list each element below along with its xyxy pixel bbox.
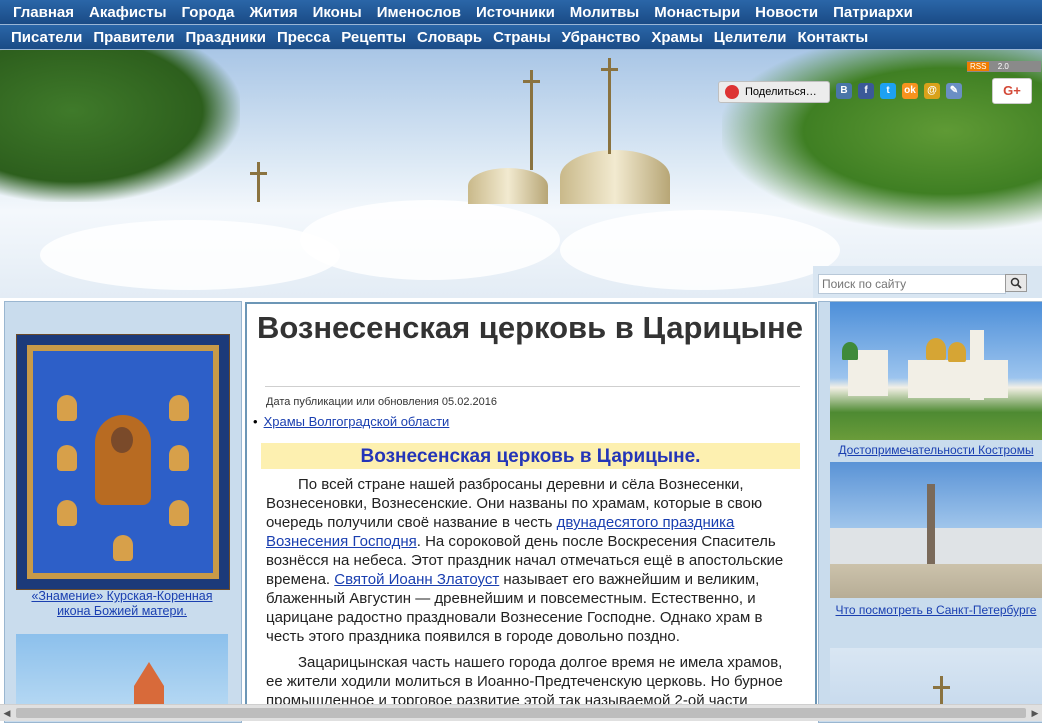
icon-saint	[169, 500, 189, 526]
publication-date: Дата публикации или обновления 05.02.201…	[266, 396, 497, 408]
icon-saint	[169, 445, 189, 471]
nav-link-imenoslov[interactable]: Именослов	[377, 4, 461, 21]
column	[927, 484, 935, 564]
nav-link-pressa[interactable]: Пресса	[277, 29, 330, 46]
kostroma-thumbnail-image[interactable]	[830, 302, 1042, 440]
nav-link-ubranstvo[interactable]: Убранство	[562, 29, 641, 46]
article-body: По всей стране нашей разбросаны деревни …	[266, 475, 801, 717]
palace	[830, 528, 1042, 564]
share-button[interactable]: Поделиться…	[718, 81, 830, 103]
spb-caption-link[interactable]: Что посмотреть в Санкт-Петербурге	[830, 603, 1042, 617]
nav-link-molitvy[interactable]: Молитвы	[570, 4, 639, 21]
cross-icon	[601, 58, 618, 154]
dome	[926, 338, 946, 360]
nav-link-novosti[interactable]: Новости	[755, 4, 818, 21]
nav-link-recepty[interactable]: Рецепты	[341, 29, 406, 46]
nav-link-praviteli[interactable]: Правители	[93, 29, 174, 46]
search-input[interactable]	[818, 274, 1006, 294]
nav-link-zhitiya[interactable]: Жития	[249, 4, 297, 21]
kursk-icon-caption-link[interactable]: «Знамение» Курская-Коренная икона Божией…	[22, 589, 222, 619]
livejournal-icon[interactable]: ✎	[946, 83, 962, 99]
rss-badge[interactable]: RSS 2.0	[967, 61, 1041, 72]
icon-face	[111, 427, 133, 453]
rss-version: 2.0	[997, 62, 1009, 71]
tree-foliage-left	[0, 50, 240, 202]
google-plus-button[interactable]: G+	[992, 78, 1032, 104]
article-subheading: Вознесенская церковь в Царицыне.	[261, 443, 800, 469]
paragraph: По всей стране нашей разбросаны деревни …	[266, 475, 801, 646]
icon-saint	[57, 500, 77, 526]
paragraph: Зацарицынская часть нашего города долгое…	[266, 654, 783, 709]
nav-link-patriarhi[interactable]: Патриархи	[833, 4, 913, 21]
kursk-root-icon-image[interactable]	[16, 334, 230, 590]
nav-link-hramy[interactable]: Храмы	[651, 29, 702, 46]
nav-link-prazdniki[interactable]: Праздники	[185, 29, 265, 46]
tree-foliage-right	[722, 50, 1042, 230]
nav-link-pisateli[interactable]: Писатели	[11, 29, 82, 46]
building	[908, 360, 1008, 398]
vk-icon[interactable]: В	[836, 83, 852, 99]
icon-saint	[169, 395, 189, 421]
nav-link-strany[interactable]: Страны	[493, 29, 551, 46]
icon-saint	[57, 445, 77, 471]
kostroma-caption-link[interactable]: Достопримечательности Костромы	[830, 443, 1042, 457]
icon-saint	[57, 395, 77, 421]
category-link[interactable]: Храмы Волгоградской области	[264, 414, 450, 429]
rss-label: RSS	[967, 62, 990, 71]
nav-link-ikony[interactable]: Иконы	[313, 4, 362, 21]
facebook-icon[interactable]: f	[858, 83, 874, 99]
nav-link-slovar[interactable]: Словарь	[417, 29, 482, 46]
nav-link-monastyri[interactable]: Монастыри	[654, 4, 740, 21]
speaker-icon	[725, 85, 739, 99]
cross-icon	[523, 70, 540, 170]
scroll-left-icon[interactable]: ◀	[2, 708, 12, 718]
search-button[interactable]	[1005, 274, 1027, 292]
search-icon	[1010, 277, 1022, 289]
icon-saint	[113, 535, 133, 561]
odnoklassniki-icon[interactable]: ok	[902, 83, 918, 99]
spb-thumbnail-image[interactable]	[830, 462, 1042, 598]
mailru-icon[interactable]: @	[924, 83, 940, 99]
twitter-icon[interactable]: t	[880, 83, 896, 99]
top-nav-secondary: Писатели Правители Праздники Пресса Реце…	[0, 25, 1042, 50]
cloud-shape	[300, 200, 560, 280]
nav-link-celiteli[interactable]: Целители	[714, 29, 787, 46]
scrollbar-thumb[interactable]	[16, 708, 1026, 718]
top-nav-primary: Главная Акафисты Города Жития Иконы Имен…	[0, 0, 1042, 25]
nav-link-glavnaya[interactable]: Главная	[13, 4, 74, 21]
article-title: Вознесенская церковь в Царицыне	[257, 310, 803, 345]
scroll-right-icon[interactable]: ▶	[1030, 708, 1040, 718]
category-list-item: • Храмы Волгоградской области	[253, 414, 449, 429]
title-divider	[265, 386, 800, 387]
cloud-shape	[40, 220, 340, 290]
bullet-icon: •	[253, 414, 258, 429]
church-dome	[560, 150, 670, 204]
cross-icon	[250, 162, 267, 202]
john-chrysostom-link[interactable]: Святой Иоанн Златоуст	[334, 571, 499, 588]
bell-tower	[970, 330, 984, 400]
nav-link-akafisty[interactable]: Акафисты	[89, 4, 167, 21]
dome	[948, 342, 966, 362]
church-dome	[468, 168, 548, 204]
dome	[842, 342, 858, 360]
nav-link-istochniki[interactable]: Источники	[476, 4, 555, 21]
nav-link-kontakty[interactable]: Контакты	[797, 29, 868, 46]
share-label: Поделиться…	[745, 86, 817, 98]
horizontal-scrollbar[interactable]: ◀ ▶	[0, 704, 1042, 721]
nav-link-goroda[interactable]: Города	[182, 4, 235, 21]
